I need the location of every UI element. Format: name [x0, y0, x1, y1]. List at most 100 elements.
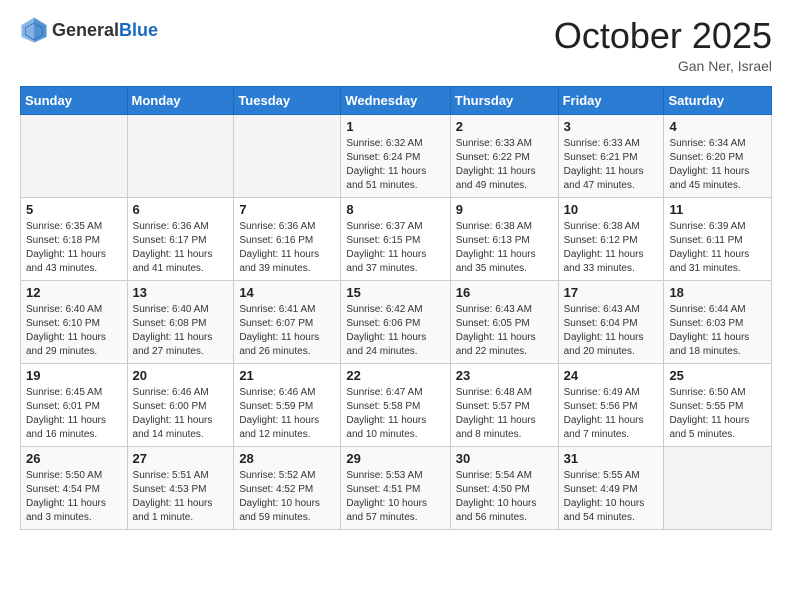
day-number: 2	[456, 119, 553, 134]
day-number: 26	[26, 451, 122, 466]
day-info: Sunrise: 6:39 AMSunset: 6:11 PMDaylight:…	[669, 220, 766, 276]
calendar-week-row: 1Sunrise: 6:32 AMSunset: 6:24 PMDaylight…	[21, 114, 772, 197]
day-number: 20	[133, 368, 229, 383]
logo-icon	[20, 16, 48, 44]
page: GeneralBlue October 2025 Gan Ner, Israel…	[0, 0, 792, 546]
col-friday: Friday	[558, 86, 664, 114]
table-row: 1Sunrise: 6:32 AMSunset: 6:24 PMDaylight…	[341, 114, 450, 197]
table-row: 4Sunrise: 6:34 AMSunset: 6:20 PMDaylight…	[664, 114, 772, 197]
col-monday: Monday	[127, 86, 234, 114]
table-row: 28 Sunrise: 5:52 AMSunset: 4:52 PMDayligh…	[234, 446, 341, 529]
day-info: Sunrise: 5:50 AMSunset: 4:54 PMDaylight:…	[26, 469, 122, 525]
day-info: Sunrise: 6:46 AMSunset: 5:59 PMDaylight:…	[239, 386, 335, 442]
day-info: Sunrise: 6:48 AMSunset: 5:57 PMDaylight:…	[456, 386, 553, 442]
table-row: 19 Sunrise: 6:45 AMSunset: 6:01 PMDayligh…	[21, 363, 128, 446]
table-row: 21 Sunrise: 6:46 AMSunset: 5:59 PMDayligh…	[234, 363, 341, 446]
day-info: Sunrise: 6:35 AMSunset: 6:18 PMDaylight:…	[26, 220, 122, 276]
day-info: Sunrise: 6:44 AMSunset: 6:03 PMDaylight:…	[669, 303, 766, 359]
table-row	[127, 114, 234, 197]
day-number: 5	[26, 202, 122, 217]
day-info: Sunrise: 6:36 AMSunset: 6:16 PMDaylight:…	[239, 220, 335, 276]
day-info: Sunrise: 6:38 AMSunset: 6:12 PMDaylight:…	[564, 220, 659, 276]
calendar-week-row: 5 Sunrise: 6:35 AMSunset: 6:18 PMDaylight…	[21, 197, 772, 280]
table-row: 9Sunrise: 6:38 AMSunset: 6:13 PMDaylight…	[450, 197, 558, 280]
day-info: Sunrise: 6:32 AMSunset: 6:24 PMDaylight:…	[346, 137, 444, 193]
day-number: 12	[26, 285, 122, 300]
day-number: 6	[133, 202, 229, 217]
table-row: 10 Sunrise: 6:38 AMSunset: 6:12 PMDayligh…	[558, 197, 664, 280]
day-number: 18	[669, 285, 766, 300]
table-row: 2 Sunrise: 6:33 AMSunset: 6:22 PMDaylight…	[450, 114, 558, 197]
table-row: 6Sunrise: 6:36 AMSunset: 6:17 PMDaylight…	[127, 197, 234, 280]
table-row: 17 Sunrise: 6:43 AMSunset: 6:04 PMDayligh…	[558, 280, 664, 363]
day-info: Sunrise: 6:46 AMSunset: 6:00 PMDaylight:…	[133, 386, 229, 442]
table-row: 27 Sunrise: 5:51 AMSunset: 4:53 PMDayligh…	[127, 446, 234, 529]
day-number: 28	[239, 451, 335, 466]
day-number: 23	[456, 368, 553, 383]
day-number: 4	[669, 119, 766, 134]
col-saturday: Saturday	[664, 86, 772, 114]
day-number: 17	[564, 285, 659, 300]
day-number: 14	[239, 285, 335, 300]
table-row: 29Sunrise: 5:53 AMSunset: 4:51 PMDayligh…	[341, 446, 450, 529]
table-row: 25 Sunrise: 6:50 AMSunset: 5:55 PMDayligh…	[664, 363, 772, 446]
day-number: 31	[564, 451, 659, 466]
day-info: Sunrise: 6:40 AMSunset: 6:10 PMDaylight:…	[26, 303, 122, 359]
table-row: 23 Sunrise: 6:48 AMSunset: 5:57 PMDayligh…	[450, 363, 558, 446]
table-row: 18 Sunrise: 6:44 AMSunset: 6:03 PMDayligh…	[664, 280, 772, 363]
day-info: Sunrise: 6:47 AMSunset: 5:58 PMDaylight:…	[346, 386, 444, 442]
col-sunday: Sunday	[21, 86, 128, 114]
day-number: 8	[346, 202, 444, 217]
table-row: 3Sunrise: 6:33 AMSunset: 6:21 PMDaylight…	[558, 114, 664, 197]
day-info: Sunrise: 6:40 AMSunset: 6:08 PMDaylight:…	[133, 303, 229, 359]
day-number: 10	[564, 202, 659, 217]
logo-text: GeneralBlue	[52, 20, 158, 41]
month-title: October 2025	[554, 16, 772, 56]
calendar-week-row: 12 Sunrise: 6:40 AMSunset: 6:10 PMDayligh…	[21, 280, 772, 363]
table-row: 5 Sunrise: 6:35 AMSunset: 6:18 PMDaylight…	[21, 197, 128, 280]
day-number: 25	[669, 368, 766, 383]
day-number: 3	[564, 119, 659, 134]
day-info: Sunrise: 6:33 AMSunset: 6:22 PMDaylight:…	[456, 137, 553, 193]
table-row: 30 Sunrise: 5:54 AMSunset: 4:50 PMDayligh…	[450, 446, 558, 529]
day-info: Sunrise: 6:43 AMSunset: 6:04 PMDaylight:…	[564, 303, 659, 359]
col-wednesday: Wednesday	[341, 86, 450, 114]
day-info: Sunrise: 6:45 AMSunset: 6:01 PMDaylight:…	[26, 386, 122, 442]
table-row	[234, 114, 341, 197]
table-row: 8Sunrise: 6:37 AMSunset: 6:15 PMDaylight…	[341, 197, 450, 280]
day-info: Sunrise: 5:52 AMSunset: 4:52 PMDaylight:…	[239, 469, 335, 525]
col-tuesday: Tuesday	[234, 86, 341, 114]
table-row: 16Sunrise: 6:43 AMSunset: 6:05 PMDayligh…	[450, 280, 558, 363]
day-number: 11	[669, 202, 766, 217]
day-number: 30	[456, 451, 553, 466]
day-number: 15	[346, 285, 444, 300]
table-row: 14Sunrise: 6:41 AMSunset: 6:07 PMDayligh…	[234, 280, 341, 363]
table-row: 15 Sunrise: 6:42 AMSunset: 6:06 PMDayligh…	[341, 280, 450, 363]
day-info: Sunrise: 5:51 AMSunset: 4:53 PMDaylight:…	[133, 469, 229, 525]
table-row: 7 Sunrise: 6:36 AMSunset: 6:16 PMDaylight…	[234, 197, 341, 280]
table-row: 20 Sunrise: 6:46 AMSunset: 6:00 PMDayligh…	[127, 363, 234, 446]
table-row: 26 Sunrise: 5:50 AMSunset: 4:54 PMDayligh…	[21, 446, 128, 529]
header: GeneralBlue October 2025 Gan Ner, Israel	[20, 16, 772, 74]
day-info: Sunrise: 5:54 AMSunset: 4:50 PMDaylight:…	[456, 469, 553, 525]
logo-general: General	[52, 20, 119, 40]
col-thursday: Thursday	[450, 86, 558, 114]
calendar-week-row: 19 Sunrise: 6:45 AMSunset: 6:01 PMDayligh…	[21, 363, 772, 446]
day-number: 24	[564, 368, 659, 383]
calendar-week-row: 26 Sunrise: 5:50 AMSunset: 4:54 PMDayligh…	[21, 446, 772, 529]
day-info: Sunrise: 5:55 AMSunset: 4:49 PMDaylight:…	[564, 469, 659, 525]
table-row	[21, 114, 128, 197]
location: Gan Ner, Israel	[554, 58, 772, 74]
day-info: Sunrise: 6:50 AMSunset: 5:55 PMDaylight:…	[669, 386, 766, 442]
table-row: 22Sunrise: 6:47 AMSunset: 5:58 PMDayligh…	[341, 363, 450, 446]
day-info: Sunrise: 6:42 AMSunset: 6:06 PMDaylight:…	[346, 303, 444, 359]
day-number: 27	[133, 451, 229, 466]
day-number: 7	[239, 202, 335, 217]
calendar-header-row: Sunday Monday Tuesday Wednesday Thursday…	[21, 86, 772, 114]
logo: GeneralBlue	[20, 16, 158, 44]
day-number: 9	[456, 202, 553, 217]
table-row: 12 Sunrise: 6:40 AMSunset: 6:10 PMDayligh…	[21, 280, 128, 363]
day-info: Sunrise: 6:43 AMSunset: 6:05 PMDaylight:…	[456, 303, 553, 359]
day-number: 21	[239, 368, 335, 383]
day-number: 19	[26, 368, 122, 383]
